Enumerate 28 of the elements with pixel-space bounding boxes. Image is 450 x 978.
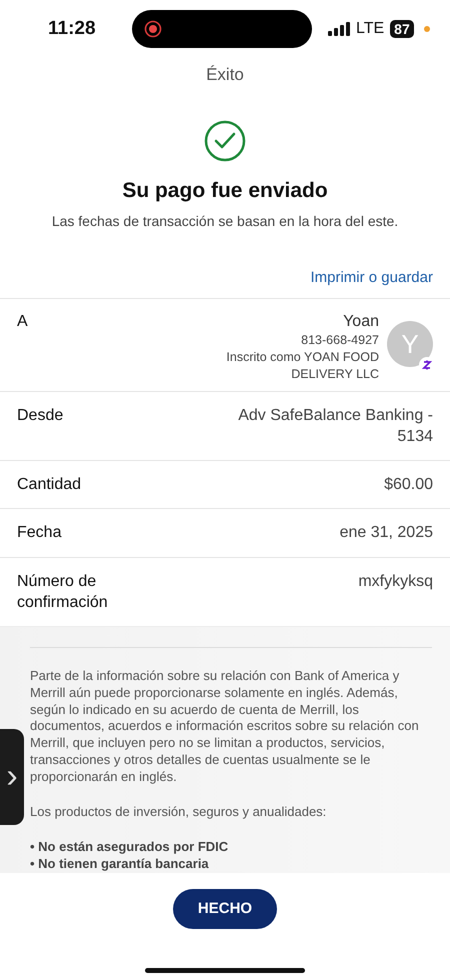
disclosure-text: Parte de la información sobre su relación con Bank of America y Merrill aún puede proporcionarse solamente en inglés. Además, según lo indicado en su acuerdo de cuenta de Merrill, los documentos, acuerdos e información escritos sobre su relación con Merrill, que incluyen pero no se limitan a productos, servicios, transacciones y otros detalles de cuentas usualmente se le proporcionarán en inglés. [30,668,420,786]
row-label: A [17,313,28,332]
network-label: LTE [356,20,384,38]
done-button[interactable]: HECHO [173,888,277,929]
disclosure-intro: Los productos de inversión, seguros y anualidades: [30,804,328,821]
print-save-link[interactable]: Imprimir o guardar [310,268,433,298]
disclosure-bullet: • No están asegurados por FDIC [30,838,230,856]
row-value: Adv SafeBalance Banking - 5134 [237,406,433,448]
recipient-enrollment: Inscrito como YOAN FOOD DELIVERY LLC [225,349,379,382]
row-label: Desde [17,406,64,426]
page-title: Éxito [205,64,245,85]
row-label: Cantidad [17,474,82,495]
row-value: $60.00 [384,474,433,495]
disclosure-bullet: • No tienen garantía bancaria [30,856,210,873]
recipient-phone: 813-668-4927 [301,333,379,348]
row-value: mxfykyksq [358,572,433,592]
signal-icon [328,22,350,36]
success-heading: Su pago fue enviado [121,178,329,203]
row-label: Número de confirmación [17,572,109,614]
row-label: Fecha [17,523,62,544]
timezone-note: Las fechas de transacción se basan en la hora del este. [50,212,400,229]
side-panel-handle[interactable]: › [0,728,24,825]
checkmark-circle-icon [204,120,246,162]
privacy-dot-icon [424,26,430,32]
status-time: 11:28 [48,18,97,40]
row-value: ene 31, 2025 [340,523,433,544]
battery-level: 87 [390,20,414,38]
recipient-name: Yoan [343,313,379,332]
